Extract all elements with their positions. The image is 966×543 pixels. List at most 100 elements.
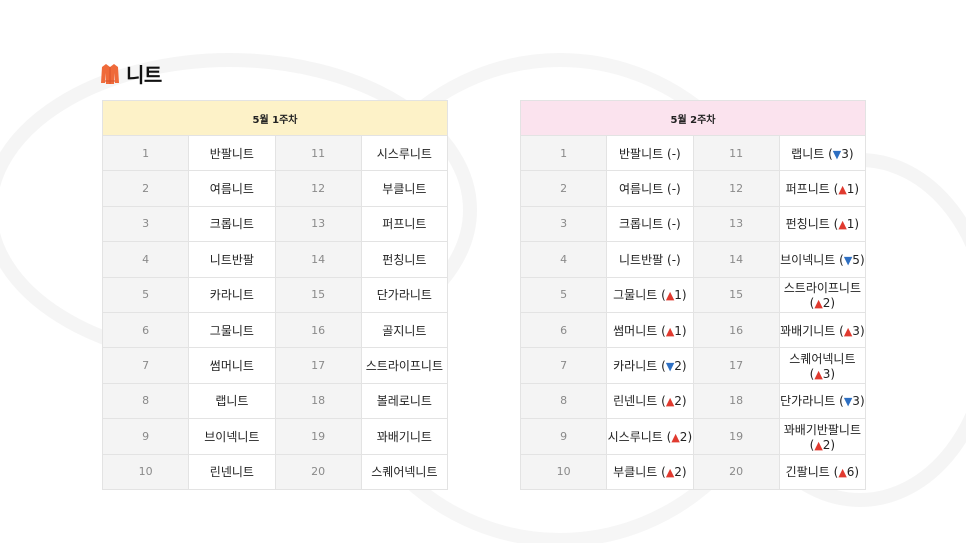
ranking-item-name: 꽈배기반팔니트 (▲2): [778, 418, 867, 455]
item-name: 반팔니트: [619, 146, 664, 161]
ranking-item-name: 퍼프니트: [360, 205, 449, 243]
rank-number: 4: [519, 241, 608, 278]
rank-change: 3: [852, 394, 860, 409]
rank-number: 4: [101, 241, 190, 278]
sweater-icon: [101, 63, 119, 84]
rank-number: 17: [274, 347, 362, 384]
ranking-item-name: 썸머니트: [188, 347, 276, 384]
item-name: 단가라니트: [780, 394, 836, 409]
rank-number: 3: [101, 205, 190, 243]
rank-change: -: [671, 217, 677, 232]
rank-number: 2: [101, 170, 190, 207]
ranking-item-name: 긴팔니트 (▲6): [778, 453, 867, 490]
item-name: 니트반팔: [619, 252, 664, 267]
item-name: 시스루니트: [376, 146, 432, 161]
rank-change: 1: [674, 288, 682, 303]
rank-number: 6: [101, 311, 190, 349]
ranking-item-name: 반팔니트 (-): [606, 134, 694, 172]
item-name: 카라니트: [209, 288, 254, 303]
item-name: 부클니트: [382, 182, 427, 197]
rank-change: 2: [674, 465, 682, 480]
rank-number: 10: [101, 453, 190, 490]
rank-number: 17: [692, 347, 780, 384]
ranking-item-name: 반팔니트: [188, 134, 276, 172]
rank-number: 7: [101, 347, 190, 384]
rank-up-icon: ▲: [838, 183, 847, 197]
table-row: 3 크롭니트 13 퍼프니트: [101, 205, 449, 243]
ranking-item-name: 시스루니트 (▲2): [606, 418, 694, 455]
item-name: 카라니트: [613, 359, 658, 374]
ranking-item-name: 단가라니트: [360, 276, 449, 313]
week2-header: 5월 2주차: [520, 100, 866, 136]
item-name: 꽈배기니트: [376, 429, 432, 444]
rank-number: 6: [519, 311, 608, 349]
ranking-item-name: 골지니트: [360, 311, 449, 349]
rank-number: 18: [274, 382, 362, 420]
item-name: 꽈배기니트: [780, 323, 836, 338]
rank-number: 14: [692, 241, 780, 278]
rank-number: 12: [274, 170, 362, 207]
table-row: 6 썸머니트 (▲1) 16 꽈배기니트 (▲3): [519, 311, 867, 349]
item-name: 썸머니트: [613, 323, 658, 338]
ranking-item-name: 그물니트 (▲1): [606, 276, 694, 313]
item-name: 니트반팔: [209, 252, 254, 267]
item-name: 썸머니트: [209, 359, 254, 374]
rank-up-icon: ▲: [814, 438, 823, 452]
ranking-item-name: 퍼프니트 (▲1): [778, 170, 867, 207]
item-name: 단가라니트: [376, 288, 432, 303]
rank-number: 15: [692, 276, 780, 313]
table-row: 6 그물니트 16 골지니트: [101, 311, 449, 349]
table-row: 9 브이넥니트 19 꽈배기니트: [101, 418, 449, 455]
rank-number: 8: [519, 382, 608, 420]
rank-change: 2: [674, 359, 682, 374]
item-name: 퍼프니트: [785, 182, 830, 197]
rank-change: 1: [846, 217, 855, 232]
rank-up-icon: ▲: [665, 289, 675, 303]
table-row: 2 여름니트 (-) 12 퍼프니트 (▲1): [519, 170, 867, 207]
ranking-item-name: 여름니트: [188, 170, 276, 207]
rank-number: 9: [101, 418, 190, 455]
item-name: 스트라이프니트: [783, 281, 862, 296]
week2-ranking-table: 5월 2주차 1 반팔니트 (-) 11 랩니트 (▼3) 2 여름니트 (-) 12 퍼프니…: [519, 100, 867, 490]
table-row: 5 카라니트 15 단가라니트: [101, 276, 449, 313]
item-name: 브이넥니트: [204, 429, 260, 444]
rank-number: 7: [519, 347, 608, 384]
rank-number: 5: [101, 276, 190, 313]
ranking-item-name: 린넨니트 (▲2): [606, 382, 694, 420]
item-name: 골지니트: [382, 323, 427, 338]
item-name: 긴팔니트: [785, 465, 830, 480]
item-name: 린넨니트: [209, 465, 254, 480]
rank-change: -: [671, 182, 677, 197]
rank-change: 1: [674, 323, 682, 338]
page-title: 니트: [100, 59, 162, 88]
rank-up-icon: ▲: [814, 368, 823, 382]
rank-up-icon: ▲: [838, 466, 847, 480]
ranking-item-name: 니트반팔: [188, 241, 276, 278]
rank-up-icon: ▲: [665, 466, 675, 480]
ranking-item-name: 부클니트 (▲2): [606, 453, 694, 490]
rank-change: 3: [841, 146, 849, 161]
ranking-item-name: 여름니트 (-): [606, 170, 694, 207]
rank-number: 20: [692, 453, 780, 490]
rank-number: 10: [519, 453, 608, 490]
rank-change: 1: [846, 182, 855, 197]
ranking-item-name: 스트라이프니트 (▲2): [778, 276, 867, 313]
table-row: 4 니트반팔 14 펀칭니트: [101, 241, 449, 278]
week1-ranking-table: 5월 1주차 1 반팔니트 11 시스루니트 2 여름니트 12 부클니트 3 크롭니트 13 퍼프니…: [101, 100, 449, 490]
rank-number: 1: [519, 134, 608, 172]
rank-change: -: [671, 146, 677, 161]
rank-number: 11: [692, 134, 780, 172]
ranking-item-name: 볼레로니트: [360, 382, 449, 420]
rank-number: 2: [519, 170, 608, 207]
rank-up-icon: ▲: [814, 297, 823, 311]
table-row: 4 니트반팔 (-) 14 브이넥니트 (▼5): [519, 241, 867, 278]
rank-down-icon: ▼: [832, 147, 842, 161]
rank-number: 16: [692, 311, 780, 349]
ranking-item-name: 그물니트: [188, 311, 276, 349]
ranking-item-name: 랩니트: [188, 382, 276, 420]
ranking-item-name: 시스루니트: [360, 134, 449, 172]
item-name: 반팔니트: [209, 146, 254, 161]
ranking-item-name: 브이넥니트 (▼5): [778, 241, 867, 278]
rank-up-icon: ▲: [665, 324, 675, 338]
ranking-item-name: 꽈배기니트: [360, 418, 449, 455]
